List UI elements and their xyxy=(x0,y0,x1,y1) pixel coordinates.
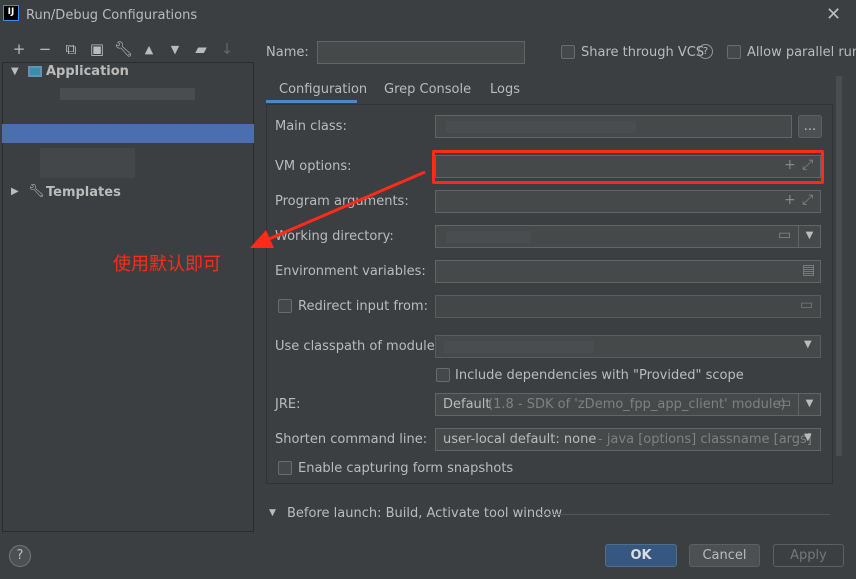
copy-icon[interactable]: ⧉ xyxy=(62,40,80,58)
chevron-down-icon[interactable]: ▼ xyxy=(804,339,812,350)
main-class-input[interactable] xyxy=(435,115,792,138)
folder-icon[interactable]: ▭ xyxy=(800,297,813,313)
help-icon[interactable]: ? xyxy=(698,44,713,59)
jre-hint: (1.8 - SDK of 'zDemo_fpp_app_client' mod… xyxy=(488,397,786,412)
jre-select[interactable]: Default (1.8 - SDK of 'zDemo_fpp_app_clie… xyxy=(435,393,821,416)
minus-icon[interactable]: − xyxy=(36,40,54,58)
apply-button[interactable]: Apply xyxy=(773,544,844,567)
jre-label: JRE: xyxy=(275,397,301,412)
working-directory-input[interactable]: ▭ ▼ xyxy=(435,225,821,248)
blurred-item xyxy=(40,148,135,178)
expand-arrow-icon[interactable]: ▼ xyxy=(11,66,19,77)
wrench-icon[interactable]: 🔧︎ xyxy=(114,40,133,58)
plus-icon[interactable]: + xyxy=(10,40,28,58)
plus-icon[interactable]: + xyxy=(784,192,796,208)
redirect-input-checkbox[interactable] xyxy=(278,299,292,313)
tab-logs[interactable]: Logs xyxy=(490,82,520,97)
collapse-arrow-icon[interactable]: ▼ xyxy=(269,508,276,518)
program-arguments-input[interactable]: + ⤢ xyxy=(435,190,821,213)
arrow-down-icon[interactable]: ▼ xyxy=(166,43,184,56)
annotation-arrow xyxy=(250,170,426,248)
shorten-value: user-local default: none xyxy=(443,432,597,447)
redirect-input-label: Redirect input from: xyxy=(298,299,428,314)
selected-config[interactable] xyxy=(2,124,254,143)
ok-button[interactable]: OK xyxy=(605,544,677,567)
divider xyxy=(538,514,830,515)
document-icon[interactable]: ▤ xyxy=(802,262,815,278)
tab-grep-console[interactable]: Grep Console xyxy=(384,82,471,97)
chevron-down-icon[interactable]: ▼ xyxy=(798,394,820,415)
application-icon xyxy=(28,66,42,77)
share-vcs-label: Share through VCS xyxy=(581,45,705,60)
enable-capturing-checkbox[interactable] xyxy=(278,461,292,475)
annotation-text: 使用默认即可 xyxy=(113,254,221,275)
tab-configuration[interactable]: Configuration xyxy=(279,82,367,97)
new-folder-icon[interactable]: ▰ xyxy=(192,40,210,58)
enable-capturing-label: Enable capturing form snapshots xyxy=(298,461,514,476)
help-button[interactable]: ? xyxy=(9,545,31,567)
tree-application[interactable]: Application xyxy=(46,64,129,79)
highlight-box xyxy=(432,150,824,184)
close-icon[interactable]: ✕ xyxy=(826,4,841,25)
collapse-arrow-icon[interactable]: ▶ xyxy=(11,186,19,197)
folder-icon[interactable]: ▭ xyxy=(778,227,791,243)
classpath-module-label: Use classpath of module: xyxy=(275,339,440,354)
allow-parallel-label: Allow parallel run xyxy=(747,45,856,60)
allow-parallel-checkbox[interactable] xyxy=(727,45,741,59)
browse-button[interactable]: ... xyxy=(798,115,822,138)
before-launch-label[interactable]: Before launch: Build, Activate tool wind… xyxy=(287,506,562,521)
include-deps-label: Include dependencies with "Provided" sco… xyxy=(455,368,744,383)
tree-templates[interactable]: Templates xyxy=(46,185,121,200)
expand-icon[interactable]: ⤢ xyxy=(802,192,813,208)
folder-icon[interactable]: ▭ xyxy=(778,395,791,411)
name-input[interactable] xyxy=(317,41,525,64)
scrollbar[interactable] xyxy=(836,76,842,456)
sort-icon[interactable]: ↓ xyxy=(218,40,236,58)
environment-variables-label: Environment variables: xyxy=(275,264,426,279)
wrench-icon: 🔧︎ xyxy=(28,184,45,199)
cancel-button[interactable]: Cancel xyxy=(689,544,760,567)
shorten-command-select[interactable]: user-local default: none - java [options]… xyxy=(435,428,821,451)
share-vcs-checkbox[interactable] xyxy=(561,45,575,59)
save-icon[interactable]: ▣ xyxy=(88,40,106,58)
arrow-up-icon[interactable]: ▲ xyxy=(140,43,158,56)
include-deps-checkbox[interactable] xyxy=(436,368,450,382)
jre-value: Default xyxy=(443,397,491,412)
environment-variables-input[interactable]: ▤ xyxy=(435,260,821,283)
redirect-input-field[interactable]: ▭ xyxy=(435,295,821,318)
chevron-down-icon[interactable]: ▼ xyxy=(798,226,820,247)
shorten-command-label: Shorten command line: xyxy=(275,432,428,447)
shorten-hint: - java [options] classname [args] xyxy=(598,432,812,447)
chevron-down-icon[interactable]: ▼ xyxy=(804,432,812,443)
blurred-item[interactable] xyxy=(60,88,195,100)
window-title: Run/Debug Configurations xyxy=(26,8,198,23)
classpath-module-select[interactable]: ▼ xyxy=(435,335,821,358)
name-label: Name: xyxy=(266,45,309,60)
main-class-label: Main class: xyxy=(275,119,347,134)
active-tab-indicator xyxy=(266,100,357,103)
app-logo: IJ xyxy=(3,5,19,21)
